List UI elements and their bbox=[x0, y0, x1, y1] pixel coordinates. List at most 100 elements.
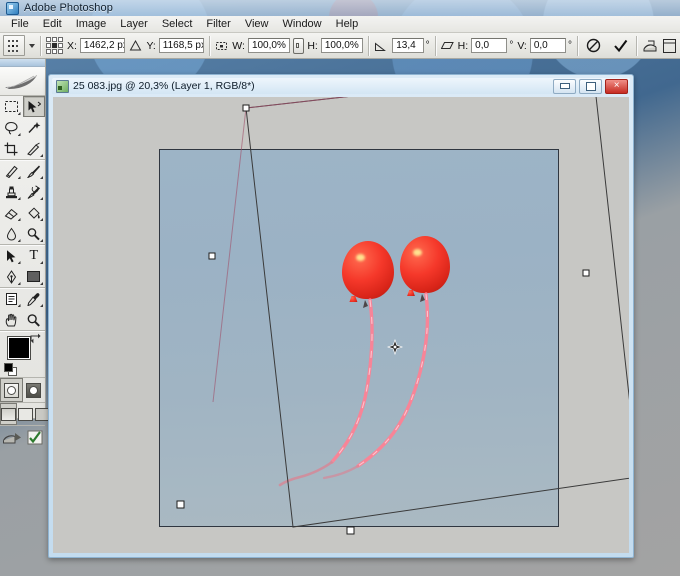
menu-bar: File Edit Image Layer Select Filter View… bbox=[0, 16, 680, 33]
menu-item-layer[interactable]: Layer bbox=[113, 17, 155, 31]
refpoint-tr[interactable] bbox=[58, 37, 63, 42]
canvas-area[interactable] bbox=[53, 97, 629, 553]
brush-tool[interactable] bbox=[23, 160, 46, 181]
swap-colors-icon[interactable] bbox=[30, 333, 41, 344]
transform-handle-bottom-center[interactable] bbox=[346, 526, 355, 535]
pen-nib-icon bbox=[6, 269, 16, 284]
refpoint-bl[interactable] bbox=[46, 49, 51, 54]
quick-mask-mode-group bbox=[0, 377, 45, 403]
options-separator-3 bbox=[368, 35, 370, 56]
skew-h-degree-unit: ° bbox=[509, 40, 514, 51]
path-selection-tool[interactable] bbox=[0, 245, 23, 266]
palette-well-icon[interactable] bbox=[662, 38, 677, 54]
tool-preset-chevron-down-icon[interactable] bbox=[29, 43, 35, 48]
x-position-input[interactable]: 1462,2 px bbox=[79, 38, 126, 53]
commit-transform-button[interactable] bbox=[610, 35, 631, 56]
skew-icon bbox=[440, 42, 454, 49]
pen-tool[interactable] bbox=[0, 266, 23, 287]
refpoint-tc[interactable] bbox=[52, 37, 57, 42]
minimize-button[interactable] bbox=[553, 78, 576, 94]
crop-tool[interactable] bbox=[0, 138, 23, 159]
cancel-transform-icon bbox=[586, 38, 601, 53]
reference-point-grid[interactable] bbox=[46, 37, 63, 54]
menu-item-filter[interactable]: Filter bbox=[199, 17, 237, 31]
transform-handle-middle-right[interactable] bbox=[582, 269, 590, 277]
full-screen-with-menubar-button[interactable] bbox=[17, 403, 34, 425]
balloon-left bbox=[342, 241, 394, 299]
application-title-bar: Adobe Photoshop bbox=[0, 0, 680, 17]
options-separator-2 bbox=[209, 35, 211, 56]
menu-item-image[interactable]: Image bbox=[69, 17, 114, 31]
jump-to-imageready-icon[interactable] bbox=[2, 430, 22, 445]
dodge-burn-icon bbox=[28, 227, 40, 240]
standard-screen-icon bbox=[1, 407, 16, 421]
zoom-tool[interactable] bbox=[23, 309, 46, 330]
magic-wand-tool[interactable] bbox=[23, 117, 46, 138]
eraser-tool[interactable] bbox=[0, 202, 23, 223]
blur-tool[interactable] bbox=[0, 223, 23, 244]
toolbox-drag-handle[interactable] bbox=[0, 59, 45, 67]
move-tool[interactable] bbox=[22, 96, 45, 117]
document-window: 25 083.jpg @ 20,3% (Layer 1, RGB/8*) × bbox=[48, 74, 634, 558]
image-layer[interactable] bbox=[159, 149, 559, 527]
options-separator-6 bbox=[635, 35, 637, 56]
refpoint-center[interactable] bbox=[52, 43, 57, 48]
slice-tool[interactable] bbox=[23, 138, 46, 159]
cancel-transform-button[interactable] bbox=[583, 35, 604, 56]
menu-item-help[interactable]: Help bbox=[329, 17, 366, 31]
height-input[interactable]: 100,0% bbox=[320, 38, 364, 53]
healing-brush-tool[interactable] bbox=[0, 160, 23, 181]
default-colors-icon[interactable] bbox=[4, 363, 17, 376]
width-input[interactable]: 100,0% bbox=[247, 38, 291, 53]
refpoint-tl[interactable] bbox=[46, 37, 51, 42]
skew-horizontal-input[interactable]: 0,0 bbox=[471, 38, 508, 53]
delta-triangle-icon bbox=[130, 39, 142, 51]
warp-mode-icon[interactable] bbox=[642, 38, 659, 54]
transform-handle-top-left[interactable] bbox=[242, 104, 250, 112]
menu-item-view[interactable]: View bbox=[238, 17, 276, 31]
y-position-input[interactable]: 1168,5 px bbox=[158, 38, 205, 53]
standard-mode-button[interactable] bbox=[0, 378, 23, 402]
close-button[interactable]: × bbox=[605, 78, 628, 94]
foreground-color-swatch[interactable] bbox=[7, 336, 31, 360]
y-position-label: Y: bbox=[146, 39, 156, 52]
standard-screen-mode-button[interactable] bbox=[0, 403, 17, 425]
type-tool[interactable]: T bbox=[23, 245, 46, 266]
document-title: 25 083.jpg @ 20,3% (Layer 1, RGB/8*) bbox=[73, 80, 255, 92]
quick-mask-mode-button[interactable] bbox=[23, 378, 46, 402]
document-title-bar[interactable]: 25 083.jpg @ 20,3% (Layer 1, RGB/8*) × bbox=[52, 78, 630, 94]
eyedropper-tool[interactable] bbox=[23, 288, 46, 309]
refpoint-bc[interactable] bbox=[52, 49, 57, 54]
balloon-right bbox=[400, 236, 450, 293]
refpoint-ml[interactable] bbox=[46, 43, 51, 48]
imageready-check-icon[interactable] bbox=[27, 430, 43, 445]
menu-item-select[interactable]: Select bbox=[155, 17, 200, 31]
menu-item-edit[interactable]: Edit bbox=[36, 17, 69, 31]
refpoint-br[interactable] bbox=[58, 49, 63, 54]
restore-button[interactable] bbox=[579, 78, 602, 94]
link-scale-icon[interactable] bbox=[293, 37, 305, 54]
rectangular-marquee-tool[interactable] bbox=[0, 96, 23, 117]
gradient-tool[interactable] bbox=[23, 202, 46, 223]
default-fg-swatch bbox=[4, 363, 13, 372]
notes-tool[interactable] bbox=[0, 288, 23, 309]
skew-v-label: V: bbox=[517, 39, 527, 52]
flyout-triangle-icon[interactable] bbox=[40, 261, 43, 264]
dodge-tool[interactable] bbox=[23, 223, 46, 244]
notes-icon bbox=[5, 292, 17, 305]
menu-item-file[interactable]: File bbox=[4, 17, 36, 31]
rotation-angle-input[interactable]: 13,4 bbox=[392, 38, 424, 53]
tool-preset-picker[interactable] bbox=[3, 35, 25, 56]
photoshop-application-window: Adobe Photoshop File Edit Image Layer Se… bbox=[0, 0, 680, 576]
history-brush-tool[interactable] bbox=[23, 181, 46, 202]
eraser-icon bbox=[4, 208, 18, 220]
hand-tool[interactable] bbox=[0, 309, 23, 330]
jump-to-group bbox=[0, 426, 45, 448]
skew-h-label: H: bbox=[457, 39, 469, 52]
clone-stamp-tool[interactable] bbox=[0, 181, 23, 202]
refpoint-mr[interactable] bbox=[58, 43, 63, 48]
rectangle-shape-tool[interactable] bbox=[23, 266, 46, 287]
skew-vertical-input[interactable]: 0,0 bbox=[529, 38, 566, 53]
lasso-tool[interactable] bbox=[0, 117, 23, 138]
menu-item-window[interactable]: Window bbox=[276, 17, 329, 31]
